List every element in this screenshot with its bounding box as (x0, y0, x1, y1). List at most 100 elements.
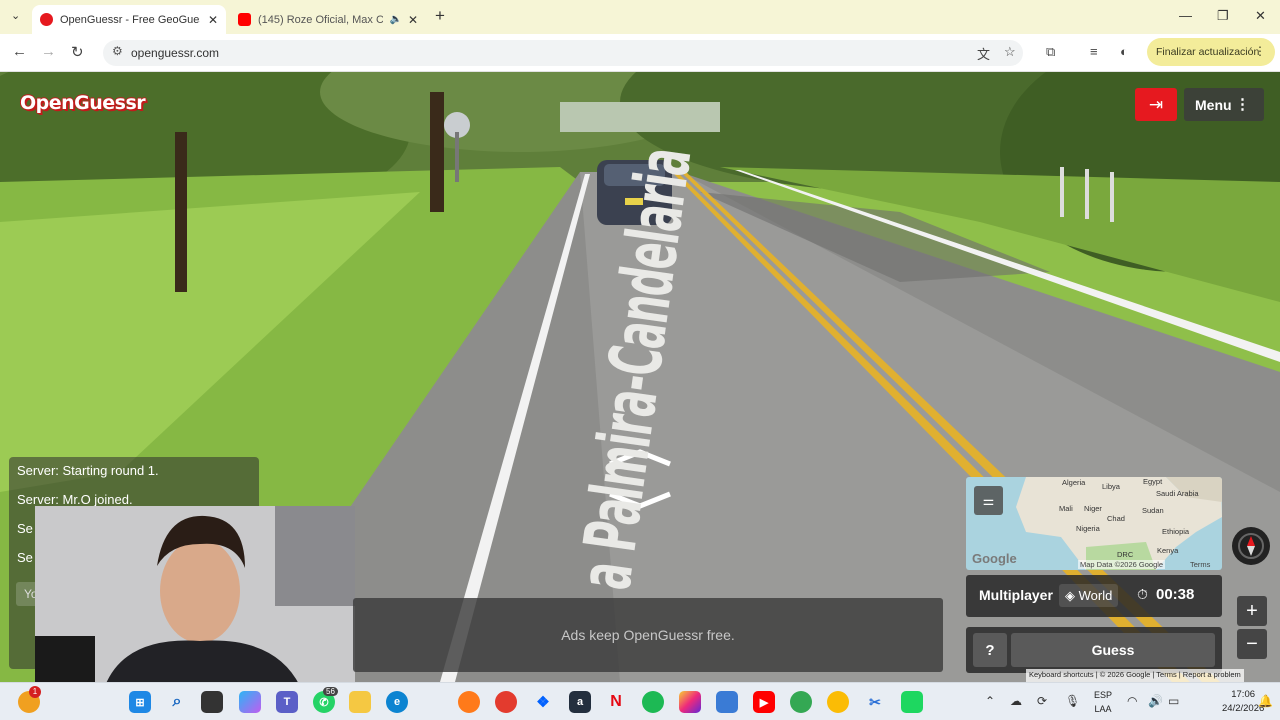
exit-game-button[interactable]: ⇥ (1135, 88, 1177, 121)
task-view-icon[interactable] (201, 691, 223, 713)
tab-openguessr[interactable]: OpenGuessr - Free GeoGuessr A ✕ (32, 5, 226, 34)
region-selector[interactable]: ◈ World (1059, 584, 1119, 607)
ad-banner: Ads keep OpenGuessr free. (353, 598, 943, 672)
site-info-icon[interactable]: ⚙ (112, 44, 123, 58)
map-label: Sudan (1142, 506, 1164, 515)
round-timer: 00:38 (1156, 586, 1195, 603)
map-data-credit: Map Data ©2026 Google (1078, 560, 1166, 569)
new-tab-button[interactable]: + (435, 6, 445, 26)
tray-sync-icon[interactable]: ⟳ (1037, 694, 1047, 708)
edge-icon[interactable]: e (386, 691, 408, 713)
tab-title: OpenGuessr - Free GeoGuessr A (60, 13, 200, 26)
copilot-icon[interactable] (239, 691, 261, 713)
sliders-icon: ⚌ (982, 492, 995, 508)
restore-icon[interactable]: ❐ (1217, 8, 1229, 24)
language-code: ESP (1094, 690, 1113, 700)
tray-app-icon[interactable]: ☁ (1010, 694, 1022, 708)
media-controls-icon[interactable]: ≡ (1090, 44, 1098, 59)
compass[interactable] (1232, 527, 1270, 565)
snipping-tool-icon[interactable]: ✂ (864, 691, 886, 713)
chrome-icon[interactable] (495, 691, 517, 713)
speaker-icon[interactable]: 🔈 (389, 14, 401, 25)
zoom-in-button[interactable]: + (1237, 596, 1267, 626)
webcam-overlay (35, 506, 355, 686)
firefox-icon[interactable] (458, 691, 480, 713)
volume-icon[interactable]: 🔊 (1148, 694, 1163, 708)
instagram-icon[interactable] (679, 691, 701, 713)
file-explorer-icon[interactable] (349, 691, 371, 713)
tab-youtube[interactable]: (145) Roze Oficial, Max Carr 🔈 ✕ (230, 5, 426, 34)
teams-icon[interactable]: T (276, 691, 298, 713)
minimize-icon[interactable]: — (1179, 8, 1192, 23)
youtube-icon (238, 13, 251, 26)
browser-tab-bar: ⌄ OpenGuessr - Free GeoGuessr A ✕ (145) … (0, 0, 1280, 34)
map-label: Nigeria (1076, 524, 1100, 533)
region-label: World (1078, 588, 1113, 603)
map-label: Chad (1107, 514, 1125, 523)
microphone-icon[interactable]: 🎙 (1065, 694, 1080, 708)
address-bar[interactable]: ⚙ openguessr.com (103, 40, 1023, 66)
store-icon[interactable] (716, 691, 738, 713)
windows-taskbar: 1 ⊞ ⌕ T ✆ 56 e ❖ a N ▶ ✂ ⌃ ☁ ⟳ 🎙 ESP LAA… (0, 682, 1280, 720)
update-label: Finalizar actualización (1156, 46, 1260, 58)
translate-icon[interactable]: 文 (977, 44, 990, 63)
game-mode-label: Multiplayer (979, 587, 1053, 603)
openguessr-logo[interactable]: OpenGuessr (20, 92, 146, 114)
openguessr-pin-icon (40, 13, 53, 26)
stopwatch-icon: ⏱ (1137, 586, 1148, 602)
chat-message: Server: Starting round 1. (17, 463, 159, 478)
dropbox-icon[interactable]: ❖ (532, 691, 554, 713)
map-label: Saudi Arabia (1156, 489, 1199, 498)
notifications-icon[interactable]: 🔔 (1258, 694, 1273, 708)
tray-expand-icon[interactable]: ⌃ (985, 694, 995, 708)
zoom-out-button[interactable]: − (1237, 629, 1267, 659)
battery-icon[interactable]: ▭ (1168, 694, 1179, 708)
finish-update-button[interactable]: Finalizar actualización ⋮ (1147, 38, 1275, 66)
search-icon[interactable]: ⌕ (166, 691, 188, 713)
menu-button[interactable]: Menu ⋮ (1184, 88, 1264, 121)
map-label: Algeria (1062, 478, 1086, 487)
browser-menu-icon[interactable]: ⋮ (1254, 44, 1266, 58)
menu-dots-icon: ⋮ (1235, 96, 1250, 113)
browser-toolbar: ← → ↻ ⚙ openguessr.com 文 ☆ ⧉ ≡ ◐ Finaliz… (0, 34, 1280, 72)
wifi-icon[interactable]: ◠ (1127, 694, 1137, 708)
tab-search-icon[interactable]: ⌄ (11, 9, 20, 22)
ad-text: Ads keep OpenGuessr free. (561, 627, 735, 643)
start-menu-icon[interactable]: ⊞ (129, 691, 151, 713)
forward-icon[interactable]: → (41, 43, 56, 60)
chat-message: Se (17, 521, 33, 536)
map-settings-button[interactable]: ⚌ (974, 486, 1003, 515)
spotify-icon[interactable] (642, 691, 664, 713)
chrome-profile-icon[interactable] (790, 691, 812, 713)
google-map-logo: Google (972, 551, 1017, 566)
youtube-icon[interactable]: ▶ (753, 691, 775, 713)
map-label: DRC (1117, 550, 1134, 559)
game-status-bar: Multiplayer ◈ World ⏱ 00:38 (966, 575, 1222, 617)
menu-label: Menu (1195, 96, 1232, 113)
chat-message: Server: Mr.O joined. (17, 492, 133, 507)
close-tab-icon[interactable]: ✕ (408, 13, 418, 27)
netflix-icon[interactable]: N (605, 691, 627, 713)
guess-button[interactable]: Guess (1011, 633, 1215, 667)
help-button[interactable]: ? (973, 633, 1007, 667)
input-language[interactable]: ESP LAA (1094, 688, 1112, 716)
whatsapp-badge: 56 (323, 687, 338, 696)
back-icon[interactable]: ← (12, 43, 27, 60)
tab-title: (145) Roze Oficial, Max Carr (258, 13, 384, 26)
map-terms-link[interactable]: Terms (1190, 560, 1210, 569)
streetview-attribution[interactable]: Keyboard shortcuts | © 2026 Google | Ter… (1026, 669, 1244, 682)
chrome-active-icon[interactable] (827, 691, 849, 713)
reload-icon[interactable]: ↻ (71, 43, 84, 61)
keyboard-layout: LAA (1094, 704, 1112, 714)
chat-message: Se (17, 550, 33, 565)
bookmark-star-icon[interactable]: ☆ (1004, 44, 1016, 60)
close-window-icon[interactable]: ✕ (1255, 8, 1266, 24)
app-icon[interactable] (901, 691, 923, 713)
profile-icon[interactable]: ◐ (1120, 44, 1128, 59)
layers-icon: ◈ (1065, 588, 1075, 603)
extensions-icon[interactable]: ⧉ (1046, 44, 1055, 60)
close-tab-icon[interactable]: ✕ (208, 13, 218, 27)
map-label: Ethiopia (1162, 527, 1190, 536)
amazon-icon[interactable]: a (569, 691, 591, 713)
url-text: openguessr.com (131, 46, 220, 60)
